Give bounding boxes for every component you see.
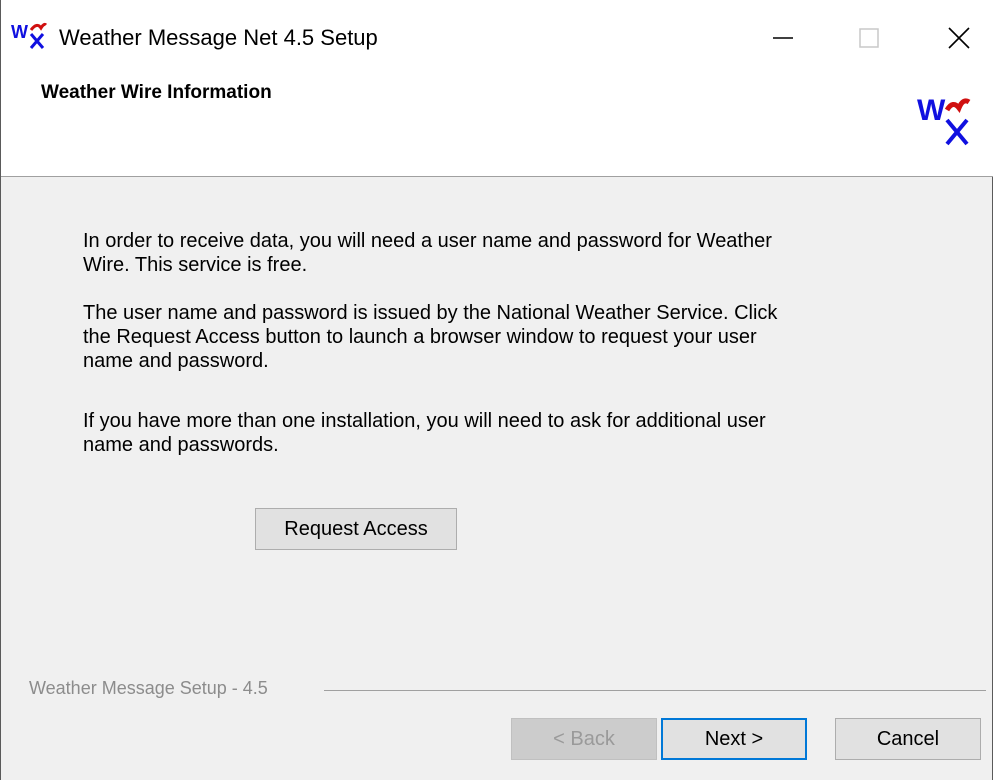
weather-message-logo-icon: W <box>11 22 47 49</box>
title-bar[interactable]: W Weather Message Net 4.5 Setup <box>1 0 993 76</box>
cancel-button[interactable]: Cancel <box>835 718 981 760</box>
wizard-header: Weather Wire Information W <box>1 76 993 177</box>
footer-group-label: Weather Message Setup - 4.5 <box>29 678 268 698</box>
info-paragraph: If you have more than one installation, … <box>83 410 766 456</box>
weather-message-logo-icon: W <box>917 94 971 146</box>
info-paragraph: In order to receive data, you will need … <box>83 230 772 276</box>
minimize-button[interactable] <box>753 0 813 76</box>
next-button[interactable]: Next > <box>661 718 807 760</box>
svg-text:W: W <box>11 22 28 42</box>
maximize-icon <box>859 28 879 48</box>
request-access-button[interactable]: Request Access <box>255 508 457 550</box>
close-icon <box>948 27 970 49</box>
page-title: Weather Wire Information <box>41 82 272 103</box>
close-button[interactable] <box>929 0 989 76</box>
minimize-icon <box>773 37 793 39</box>
window-title: Weather Message Net 4.5 Setup <box>59 25 378 50</box>
setup-window: W Weather Message Net 4.5 Setup Weather … <box>0 0 993 780</box>
svg-text:W: W <box>917 94 946 127</box>
info-paragraph: The user name and password is issued by … <box>83 302 778 372</box>
footer-divider <box>324 690 986 691</box>
maximize-button <box>839 0 899 76</box>
back-button: < Back <box>511 718 657 760</box>
